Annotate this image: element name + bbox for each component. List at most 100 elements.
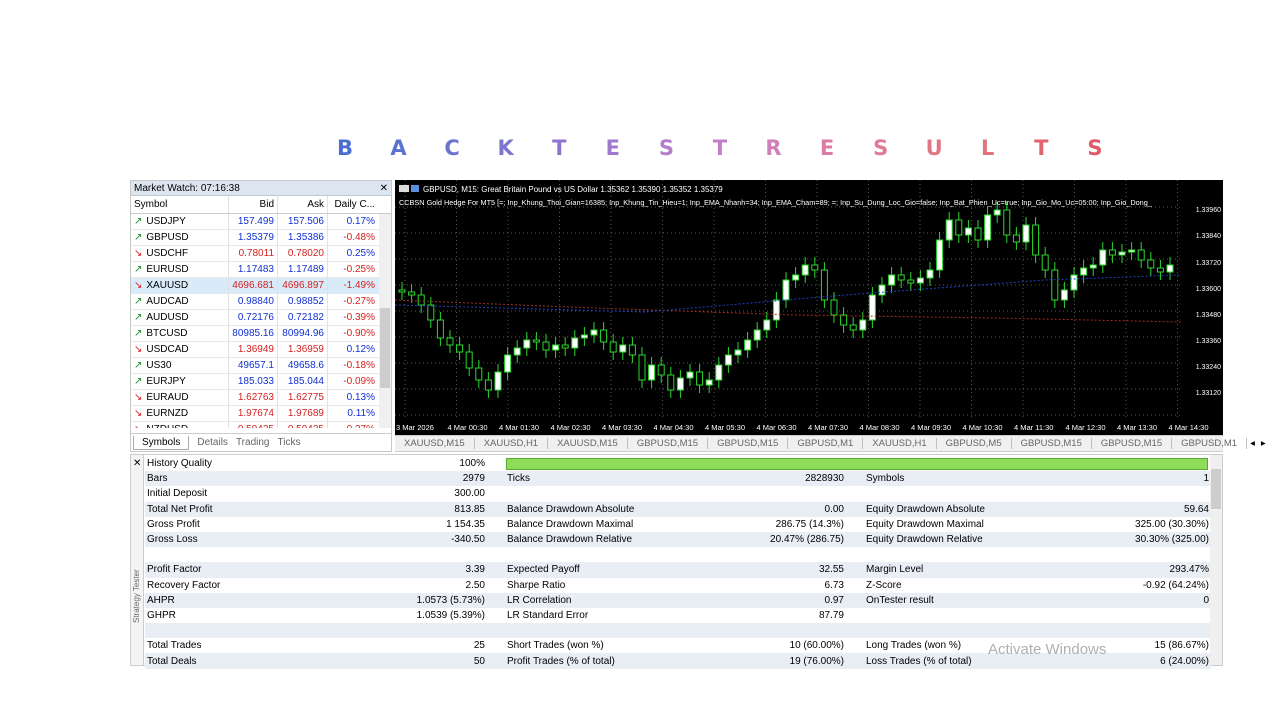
market-watch-row[interactable]: ↘ EURNZD 1.97674 1.97689 0.11% <box>131 406 391 422</box>
price-axis: 1.33960 1.33840 1.33720 1.33600 1.33480 1.333… <box>1181 180 1223 435</box>
market-watch-row[interactable]: ↘ USDCAD 1.36949 1.36959 0.12% <box>131 342 391 358</box>
market-watch-row[interactable]: ↗ US30 49657.1 49658.6 -0.18% <box>131 358 391 374</box>
tab-trading[interactable]: Trading <box>236 437 270 448</box>
close-icon[interactable]: ✕ <box>380 183 388 194</box>
chart-tab[interactable]: XAUUSD,M15 <box>395 438 475 449</box>
market-watch-row[interactable]: ↘ EURAUD 1.62763 1.62775 0.13% <box>131 390 391 406</box>
chart-tab[interactable]: GBPUSD,M15 <box>1092 438 1173 449</box>
bid-cell: 185.033 <box>229 374 278 389</box>
column-bid[interactable]: Bid <box>229 196 278 213</box>
banner-letter: S <box>873 136 889 160</box>
market-watch-row[interactable]: ↗ GBPUSD 1.35379 1.35386 -0.48% <box>131 230 391 246</box>
bid-cell: 1.36949 <box>229 342 278 357</box>
report-value: 0.00 <box>824 503 844 515</box>
chart-tab[interactable]: GBPUSD,M1 <box>788 438 864 449</box>
column-ask[interactable]: Ask <box>278 196 328 213</box>
chart-tab[interactable]: GBPUSD,M1 <box>1172 438 1248 449</box>
market-watch-row[interactable]: ↗ EURJPY 185.033 185.044 -0.09% <box>131 374 391 390</box>
ask-cell: 1.17489 <box>278 262 328 277</box>
chart-bars-icon[interactable] <box>411 185 419 192</box>
chart-tabs: XAUUSD,M15 XAUUSD,H1 XAUUSD,M15 GBPUSD,M15 G… <box>395 435 1266 452</box>
chart-tab[interactable]: GBPUSD,M15 <box>708 438 789 449</box>
chart-tab[interactable]: XAUUSD,H1 <box>475 438 549 449</box>
chart-tab[interactable]: XAUUSD,M15 <box>548 438 628 449</box>
report-value: -0.92 (64.24%) <box>1142 579 1209 591</box>
market-watch-row[interactable]: ↗ EURUSD 1.17483 1.17489 -0.25% <box>131 262 391 278</box>
price-label: 1.33840 <box>1195 233 1221 240</box>
report-label: Profit Trades (% of total) <box>507 655 615 667</box>
report-value: 1.0573 (5.73%) <box>416 594 485 606</box>
column-daily-change[interactable]: Daily C... <box>328 196 378 213</box>
scroll-left-icon[interactable]: ◂ <box>1247 438 1258 449</box>
report-label: Total Trades <box>147 640 202 652</box>
bid-cell: 1.35379 <box>229 230 278 245</box>
market-watch-row[interactable]: ↘ XAUUSD 4696.681 4696.897 -1.49% <box>131 278 391 294</box>
report-value: 10 (60.00%) <box>789 640 844 652</box>
bid-cell: 0.59425 <box>229 422 278 428</box>
banner-letter: L <box>981 136 995 160</box>
report-label: Profit Factor <box>147 564 202 576</box>
scroll-right-icon[interactable]: ▸ <box>1258 438 1269 449</box>
market-watch-title-bar: Market Watch: 07:16:38 ✕ <box>131 181 391 196</box>
bid-cell: 49657.1 <box>229 358 278 373</box>
ask-cell: 0.78020 <box>278 246 328 261</box>
report-label: Equity Drawdown Absolute <box>866 503 985 515</box>
report-label: AHPR <box>147 594 175 606</box>
arrow-down-icon: ↘ <box>134 248 143 259</box>
time-label: 4 Mar 13:30 <box>1117 423 1158 432</box>
price-label: 1.33120 <box>1195 390 1221 397</box>
change-cell: -0.39% <box>343 312 375 323</box>
chart-tab[interactable]: GBPUSD,M15 <box>1012 438 1092 449</box>
time-label: 4 Mar 00:30 <box>447 423 488 432</box>
symbol-cell: ↘ EURNZD <box>131 406 229 421</box>
ask-cell: 1.62775 <box>278 390 328 405</box>
tab-ticks[interactable]: Ticks <box>277 437 300 448</box>
chart-tab[interactable]: GBPUSD,M15 <box>628 438 709 449</box>
banner-letter: T <box>552 136 567 160</box>
market-watch-row[interactable]: ↗ AUDCAD 0.98840 0.98852 -0.27% <box>131 294 391 310</box>
symbol-name: AUDUSD <box>146 312 189 323</box>
scrollbar-thumb[interactable] <box>380 308 390 388</box>
scrollbar[interactable] <box>1210 455 1222 665</box>
change-cell: -0.18% <box>343 360 375 371</box>
scrollbar[interactable] <box>379 214 391 428</box>
market-watch-row[interactable]: ↗ AUDUSD 0.72176 0.72182 -0.39% <box>131 310 391 326</box>
report-value: 286.75 (14.3%) <box>775 518 844 530</box>
change-cell: 0.12% <box>346 344 375 355</box>
symbol-name: EURJPY <box>146 376 186 387</box>
report-label: Equity Drawdown Maximal <box>866 518 984 530</box>
column-symbol[interactable]: Symbol <box>131 196 229 213</box>
market-watch-row[interactable]: ↘ USDCHF 0.78011 0.78020 0.25% <box>131 246 391 262</box>
tab-symbols[interactable]: Symbols <box>133 435 190 450</box>
market-watch-row[interactable]: ↗ USDJPY 157.499 157.506 0.17% <box>131 214 391 230</box>
chart-tab[interactable]: GBPUSD,M5 <box>937 438 1012 449</box>
bid-cell: 157.499 <box>229 214 278 229</box>
report-label: Gross Profit <box>147 518 200 530</box>
chart-tab[interactable]: XAUUSD,H1 <box>863 438 937 449</box>
report-value: 1 154.35 <box>446 518 485 530</box>
time-label: 4 Mar 11:30 <box>1014 423 1054 432</box>
change-cell: -1.49% <box>343 280 375 291</box>
market-watch-row[interactable]: ↘ NZDUSD 0.59425 0.59435 -0.37% <box>131 422 391 428</box>
candlestick-plot <box>395 180 1181 417</box>
report-label: Balance Drawdown Relative <box>507 534 633 546</box>
time-label: 4 Mar 01:30 <box>499 423 540 432</box>
market-watch-row[interactable]: ↗ BTCUSD 80985.16 80994.96 -0.90% <box>131 326 391 342</box>
chart-symbol-info: GBPUSD, M15: Great Britain Pound vs US D… <box>399 185 723 194</box>
symbol-cell: ↘ USDCHF <box>131 246 229 261</box>
bid-cell: 1.17483 <box>229 262 278 277</box>
arrow-down-icon: ↘ <box>134 408 143 419</box>
scrollbar-thumb[interactable] <box>1211 469 1221 509</box>
close-icon[interactable]: ✕ <box>133 458 141 469</box>
symbol-name: EURAUD <box>146 392 189 403</box>
price-chart[interactable]: GBPUSD, M15: Great Britain Pound vs US D… <box>395 180 1223 435</box>
chart-menu-icon[interactable] <box>399 185 409 192</box>
arrow-up-icon: ↗ <box>134 328 143 339</box>
ask-cell: 0.59435 <box>278 422 328 428</box>
arrow-down-icon: ↘ <box>134 392 143 403</box>
change-cell: -0.37% <box>328 422 378 428</box>
market-watch-title: Market Watch: 07:16:38 <box>134 182 240 194</box>
market-watch-header: Symbol Bid Ask Daily C... <box>131 196 391 214</box>
tab-details[interactable]: Details <box>197 437 228 448</box>
symbol-name: EURNZD <box>146 408 189 419</box>
